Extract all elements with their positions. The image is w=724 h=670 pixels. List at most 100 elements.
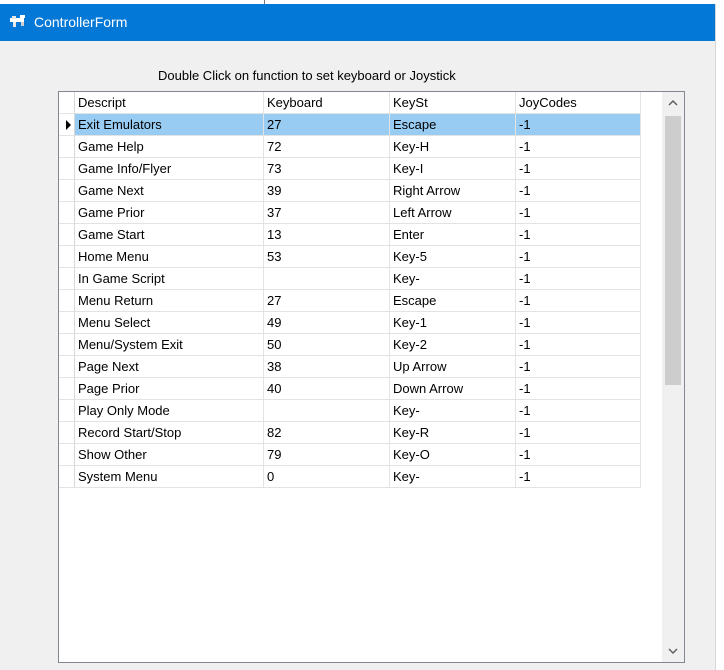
table-row[interactable]: System Menu 0 Key- -1 xyxy=(59,466,641,488)
table-row[interactable]: Game Help 72 Key-H -1 xyxy=(59,136,641,158)
cell-descript[interactable]: Game Prior xyxy=(75,202,264,224)
row-header[interactable] xyxy=(59,202,75,224)
cell-joycodes[interactable]: -1 xyxy=(516,312,641,334)
cell-joycodes[interactable]: -1 xyxy=(516,158,641,180)
cell-joycodes[interactable]: -1 xyxy=(516,224,641,246)
cell-keyboard[interactable]: 0 xyxy=(264,466,390,488)
cell-descript[interactable]: In Game Script xyxy=(75,268,264,290)
cell-keyboard[interactable]: 79 xyxy=(264,444,390,466)
row-header[interactable] xyxy=(59,378,75,400)
cell-descript[interactable]: Game Info/Flyer xyxy=(75,158,264,180)
cell-joycodes[interactable]: -1 xyxy=(516,466,641,488)
table-row[interactable]: Menu/System Exit 50 Key-2 -1 xyxy=(59,334,641,356)
title-bar[interactable]: ControllerForm xyxy=(0,4,716,41)
cell-keyboard[interactable]: 53 xyxy=(264,246,390,268)
cell-joycodes[interactable]: -1 xyxy=(516,378,641,400)
row-header[interactable] xyxy=(59,466,75,488)
scroll-down-button[interactable] xyxy=(662,640,684,662)
row-header[interactable] xyxy=(59,356,75,378)
cell-joycodes[interactable]: -1 xyxy=(516,246,641,268)
cell-descript[interactable]: System Menu xyxy=(75,466,264,488)
cell-joycodes[interactable]: -1 xyxy=(516,114,641,136)
cell-keyboard[interactable]: 82 xyxy=(264,422,390,444)
cell-joycodes[interactable]: -1 xyxy=(516,334,641,356)
row-header[interactable] xyxy=(59,290,75,312)
controller-grid[interactable]: Descript Keyboard KeySt JoyCodes Exit Em… xyxy=(58,91,685,663)
cell-joycodes[interactable]: -1 xyxy=(516,356,641,378)
table-row[interactable]: Record Start/Stop 82 Key-R -1 xyxy=(59,422,641,444)
row-header[interactable] xyxy=(59,400,75,422)
cell-keyst[interactable]: Right Arrow xyxy=(390,180,516,202)
cell-keyst[interactable]: Key-R xyxy=(390,422,516,444)
cell-descript[interactable]: Home Menu xyxy=(75,246,264,268)
row-header[interactable] xyxy=(59,268,75,290)
table-row[interactable]: In Game Script Key- -1 xyxy=(59,268,641,290)
cell-descript[interactable]: Record Start/Stop xyxy=(75,422,264,444)
cell-keyst[interactable]: Left Arrow xyxy=(390,202,516,224)
cell-descript[interactable]: Page Prior xyxy=(75,378,264,400)
cell-keyst[interactable]: Key-O xyxy=(390,444,516,466)
cell-keyboard[interactable]: 37 xyxy=(264,202,390,224)
cell-keyst[interactable]: Up Arrow xyxy=(390,356,516,378)
cell-descript[interactable]: Menu Return xyxy=(75,290,264,312)
cell-joycodes[interactable]: -1 xyxy=(516,422,641,444)
cell-keyst[interactable]: Key-2 xyxy=(390,334,516,356)
cell-keyboard[interactable] xyxy=(264,268,390,290)
column-header-keyboard[interactable]: Keyboard xyxy=(264,92,390,114)
vertical-scrollbar[interactable] xyxy=(662,92,684,662)
cell-keyst[interactable]: Escape xyxy=(390,114,516,136)
scroll-up-button[interactable] xyxy=(662,92,684,114)
cell-keyboard[interactable]: 49 xyxy=(264,312,390,334)
row-header[interactable] xyxy=(59,224,75,246)
column-header-descript[interactable]: Descript xyxy=(75,92,264,114)
cell-descript[interactable]: Play Only Mode xyxy=(75,400,264,422)
cell-descript[interactable]: Game Next xyxy=(75,180,264,202)
column-header-joycodes[interactable]: JoyCodes xyxy=(516,92,641,114)
cell-keyboard[interactable]: 39 xyxy=(264,180,390,202)
cell-descript[interactable]: Menu/System Exit xyxy=(75,334,264,356)
cell-joycodes[interactable]: -1 xyxy=(516,444,641,466)
row-header[interactable] xyxy=(59,158,75,180)
cell-joycodes[interactable]: -1 xyxy=(516,180,641,202)
cell-keyboard[interactable]: 13 xyxy=(264,224,390,246)
cell-joycodes[interactable]: -1 xyxy=(516,136,641,158)
row-header[interactable] xyxy=(59,334,75,356)
row-header[interactable] xyxy=(59,422,75,444)
row-header[interactable] xyxy=(59,180,75,202)
table-row[interactable]: Exit Emulators 27 Escape -1 xyxy=(59,114,641,136)
cell-keyst[interactable]: Escape xyxy=(390,290,516,312)
cell-descript[interactable]: Menu Select xyxy=(75,312,264,334)
cell-descript[interactable]: Game Help xyxy=(75,136,264,158)
table-row[interactable]: Page Next 38 Up Arrow -1 xyxy=(59,356,641,378)
cell-keyboard[interactable]: 50 xyxy=(264,334,390,356)
cell-keyst[interactable]: Key-I xyxy=(390,158,516,180)
table-row[interactable]: Menu Select 49 Key-1 -1 xyxy=(59,312,641,334)
cell-keyst[interactable]: Enter xyxy=(390,224,516,246)
row-header[interactable] xyxy=(59,444,75,466)
cell-keyst[interactable]: Key-5 xyxy=(390,246,516,268)
table-row[interactable]: Home Menu 53 Key-5 -1 xyxy=(59,246,641,268)
cell-keyboard[interactable]: 27 xyxy=(264,290,390,312)
table-row[interactable]: Page Prior 40 Down Arrow -1 xyxy=(59,378,641,400)
cell-keyboard[interactable]: 73 xyxy=(264,158,390,180)
cell-keyst[interactable]: Key-1 xyxy=(390,312,516,334)
cell-descript[interactable]: Game Start xyxy=(75,224,264,246)
table-row[interactable]: Game Prior 37 Left Arrow -1 xyxy=(59,202,641,224)
table-row[interactable]: Play Only Mode Key- -1 xyxy=(59,400,641,422)
table-row[interactable]: Game Info/Flyer 73 Key-I -1 xyxy=(59,158,641,180)
cell-keyst[interactable]: Key- xyxy=(390,466,516,488)
table-row[interactable]: Game Next 39 Right Arrow -1 xyxy=(59,180,641,202)
column-header-keyst[interactable]: KeySt xyxy=(390,92,516,114)
cell-joycodes[interactable]: -1 xyxy=(516,268,641,290)
cell-keyst[interactable]: Down Arrow xyxy=(390,378,516,400)
cell-descript[interactable]: Page Next xyxy=(75,356,264,378)
cell-keyboard[interactable]: 27 xyxy=(264,114,390,136)
row-header[interactable] xyxy=(59,312,75,334)
cell-joycodes[interactable]: -1 xyxy=(516,202,641,224)
row-header[interactable] xyxy=(59,246,75,268)
table-row[interactable]: Show Other 79 Key-O -1 xyxy=(59,444,641,466)
row-header[interactable] xyxy=(59,114,75,136)
row-header[interactable] xyxy=(59,136,75,158)
cell-keyst[interactable]: Key-H xyxy=(390,136,516,158)
cell-keyboard[interactable]: 72 xyxy=(264,136,390,158)
